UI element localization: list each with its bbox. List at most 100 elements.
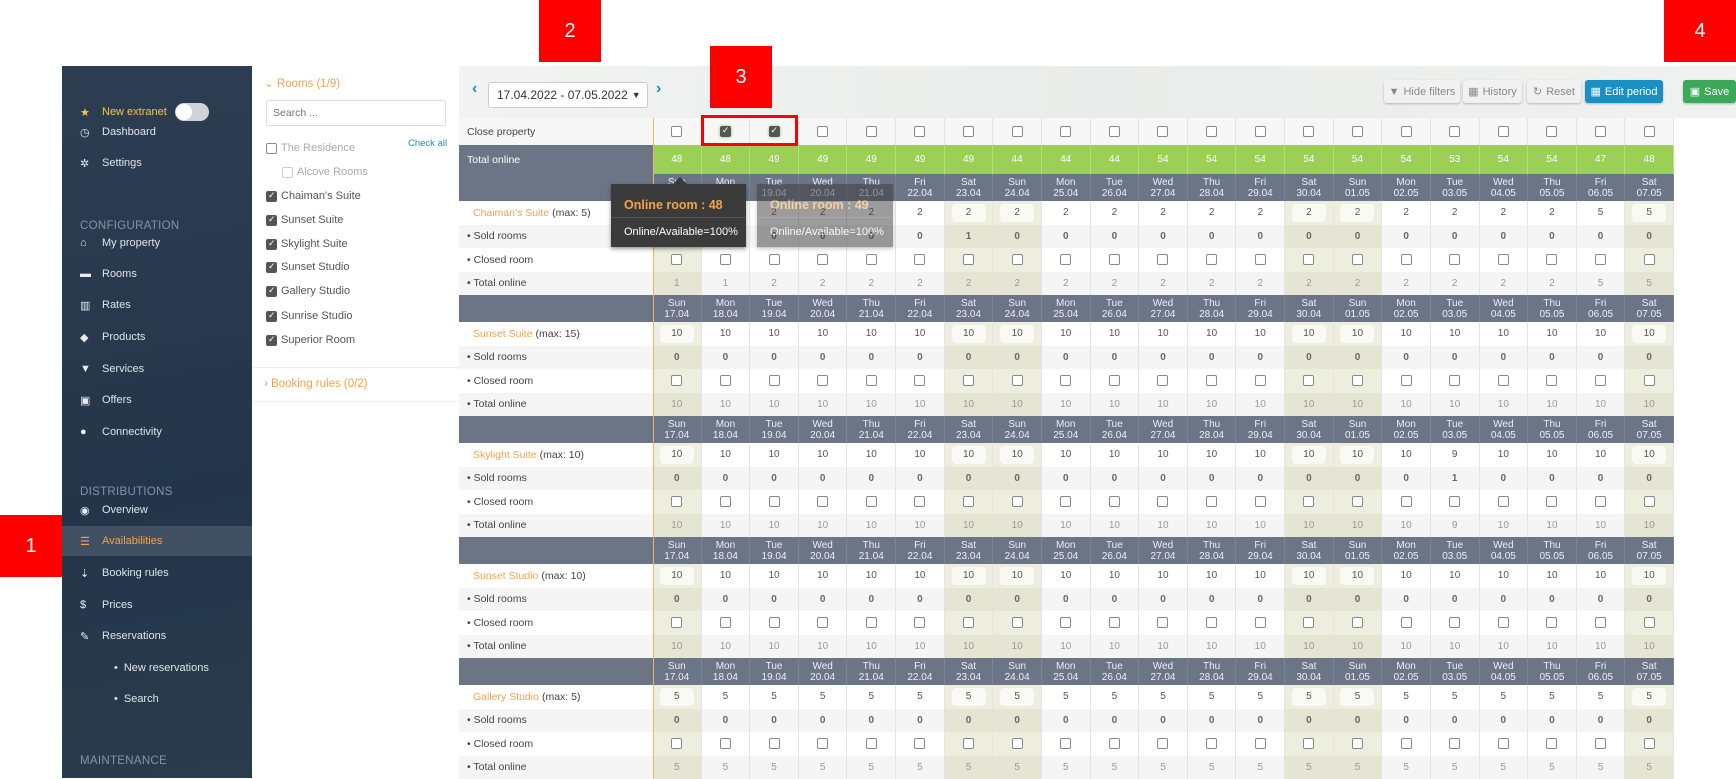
online-value[interactable]: 10 [866, 328, 877, 339]
online-value[interactable]: 5 [820, 691, 826, 702]
closed-room-checkbox[interactable] [1012, 375, 1023, 386]
online-value[interactable]: 10 [1632, 567, 1666, 585]
checkbox[interactable] [282, 167, 293, 178]
online-cell[interactable]: 10 [1334, 322, 1383, 346]
online-cell[interactable]: 10 [1285, 443, 1334, 467]
closed-room-checkbox[interactable] [1109, 375, 1120, 386]
online-cell[interactable]: 10 [1139, 443, 1188, 467]
online-value[interactable]: 5 [917, 691, 923, 702]
online-value[interactable]: 5 [1112, 691, 1118, 702]
online-value[interactable]: 10 [1449, 328, 1460, 339]
closed-room-checkbox[interactable] [1255, 254, 1266, 265]
closed-room-checkbox[interactable] [866, 617, 877, 628]
room-filter-item[interactable]: Sunset Suite [266, 214, 343, 226]
online-value[interactable]: 10 [1595, 449, 1606, 460]
sidebar-item-connectivity[interactable]: ●Connectivity [62, 417, 252, 447]
closed-room-checkbox[interactable] [1498, 738, 1509, 749]
online-value[interactable]: 10 [866, 449, 877, 460]
close-property-checkbox[interactable] [914, 126, 925, 137]
closed-room-checkbox[interactable] [720, 617, 731, 628]
online-cell[interactable]: 2 [1091, 201, 1140, 225]
online-value[interactable]: 10 [1292, 567, 1326, 585]
closed-room-checkbox[interactable] [1303, 617, 1314, 628]
checkbox[interactable] [266, 335, 277, 346]
online-value[interactable]: 10 [952, 567, 986, 585]
online-cell[interactable]: 10 [847, 322, 896, 346]
online-value[interactable]: 10 [1157, 328, 1168, 339]
closed-room-checkbox[interactable] [1060, 254, 1071, 265]
closed-room-checkbox[interactable] [1498, 375, 1509, 386]
online-cell[interactable]: 2 [1236, 201, 1285, 225]
closed-room-checkbox[interactable] [1352, 375, 1363, 386]
online-cell[interactable]: 2 [1285, 201, 1334, 225]
online-value[interactable]: 2 [952, 204, 986, 222]
closed-room-checkbox[interactable] [671, 496, 682, 507]
closed-room-checkbox[interactable] [671, 375, 682, 386]
online-cell[interactable]: 10 [702, 564, 751, 588]
online-value[interactable]: 10 [720, 449, 731, 460]
closed-room-checkbox[interactable] [1060, 617, 1071, 628]
online-value[interactable]: 5 [1063, 691, 1069, 702]
online-cell[interactable]: 5 [1334, 685, 1383, 709]
closed-room-checkbox[interactable] [914, 254, 925, 265]
online-value[interactable]: 10 [866, 570, 877, 581]
sidebar-item-rates[interactable]: ▥Rates [62, 290, 252, 320]
close-property-checkbox[interactable] [1206, 126, 1217, 137]
online-cell[interactable]: 10 [1285, 564, 1334, 588]
online-value[interactable]: 5 [1598, 691, 1604, 702]
booking-rules-filter-toggle[interactable]: › Booking rules (0/2) [264, 378, 368, 390]
room-filter-item[interactable]: Alcove Rooms [282, 166, 368, 178]
closed-room-checkbox[interactable] [1595, 617, 1606, 628]
closed-room-checkbox[interactable] [1644, 254, 1655, 265]
closed-room-checkbox[interactable] [1255, 738, 1266, 749]
online-cell[interactable]: 10 [750, 564, 799, 588]
closed-room-checkbox[interactable] [1644, 617, 1655, 628]
closed-room-checkbox[interactable] [817, 496, 828, 507]
sidebar-item-prices[interactable]: $Prices [62, 590, 252, 620]
online-cell[interactable]: 10 [847, 564, 896, 588]
closed-room-checkbox[interactable] [1401, 617, 1412, 628]
online-cell[interactable]: 5 [1577, 201, 1626, 225]
closed-room-checkbox[interactable] [1546, 617, 1557, 628]
online-value[interactable]: 10 [1546, 328, 1557, 339]
closed-room-checkbox[interactable] [1206, 496, 1217, 507]
online-cell[interactable]: 10 [1042, 322, 1091, 346]
sidebar-item-booking-rules[interactable]: ⇣Booking rules [62, 558, 252, 588]
online-cell[interactable]: 2 [1382, 201, 1431, 225]
closed-room-checkbox[interactable] [1157, 254, 1168, 265]
prev-period-button[interactable]: ‹ [472, 80, 477, 98]
sidebar-item-search[interactable]: •Search [62, 684, 252, 714]
checkbox[interactable] [266, 286, 277, 297]
closed-room-checkbox[interactable] [1401, 496, 1412, 507]
closed-room-checkbox[interactable] [817, 738, 828, 749]
sidebar-item-rooms[interactable]: ▬Rooms [62, 259, 252, 289]
online-cell[interactable]: 10 [896, 322, 945, 346]
checkbox[interactable] [266, 311, 277, 322]
online-cell[interactable]: 5 [1625, 201, 1674, 225]
close-property-checkbox[interactable] [1352, 126, 1363, 137]
online-cell[interactable]: 5 [1382, 685, 1431, 709]
online-cell[interactable]: 2 [1334, 201, 1383, 225]
closed-room-checkbox[interactable] [1401, 375, 1412, 386]
closed-room-checkbox[interactable] [1449, 617, 1460, 628]
online-value[interactable]: 10 [1632, 325, 1666, 343]
close-property-checkbox[interactable] [1303, 126, 1314, 137]
online-cell[interactable]: 10 [896, 564, 945, 588]
online-cell[interactable]: 5 [1091, 685, 1140, 709]
online-value[interactable]: 10 [1206, 570, 1217, 581]
room-filter-item[interactable]: Chaiman's Suite [266, 190, 361, 202]
room-name-label[interactable]: Gallery Studio [473, 691, 539, 703]
close-property-checkbox[interactable] [1449, 126, 1460, 137]
online-cell[interactable]: 5 [1577, 685, 1626, 709]
closed-room-checkbox[interactable] [1303, 738, 1314, 749]
online-cell[interactable]: 10 [653, 443, 702, 467]
online-cell[interactable]: 2 [1431, 201, 1480, 225]
closed-room-checkbox[interactable] [1206, 254, 1217, 265]
online-cell[interactable]: 10 [945, 322, 994, 346]
closed-room-checkbox[interactable] [720, 738, 731, 749]
online-value[interactable]: 2 [1403, 207, 1409, 218]
sidebar-item-reservations[interactable]: ✎Reservations [62, 621, 252, 651]
online-value[interactable]: 2 [1160, 207, 1166, 218]
online-value[interactable]: 10 [660, 567, 694, 585]
closed-room-checkbox[interactable] [769, 496, 780, 507]
